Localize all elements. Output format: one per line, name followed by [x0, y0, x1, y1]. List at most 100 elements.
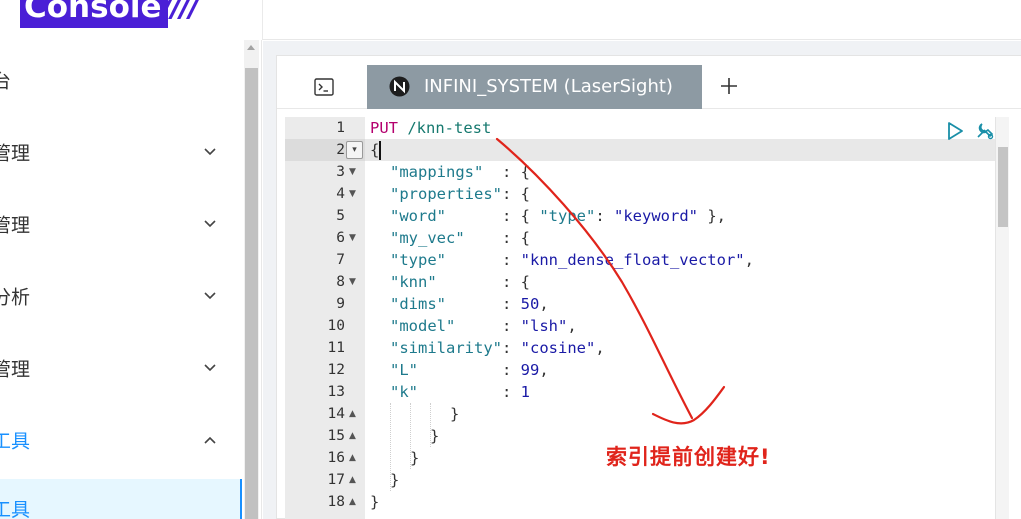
code-line[interactable]: "dims" : 50,	[390, 293, 549, 315]
sidebar-item-1[interactable]: 台	[0, 44, 242, 116]
code-line[interactable]: }	[430, 425, 439, 447]
line-number: 15	[327, 428, 345, 444]
wrench-icon[interactable]	[974, 120, 996, 142]
line-number: 16	[327, 450, 345, 466]
json-punct: ,	[539, 361, 549, 379]
code-line[interactable]: "word" : { "type": "keyword" },	[390, 205, 726, 227]
sidebar-item-label: 工具	[0, 430, 31, 453]
chevron-down-icon	[204, 364, 216, 372]
code-line[interactable]: "k" : 1	[390, 381, 530, 403]
json-key: "type"	[390, 251, 446, 269]
json-separator: :	[446, 251, 521, 269]
json-value: "keyword"	[614, 207, 698, 225]
json-value: "lsh"	[520, 317, 568, 335]
line-number: 4	[336, 186, 345, 202]
fold-down-icon[interactable]: ▼	[349, 227, 359, 249]
http-method: PUT	[370, 119, 398, 137]
console-tab-bar: INFINI_SYSTEM (LaserSight)	[277, 56, 1021, 109]
sidebar-scroll-thumb[interactable]	[245, 68, 258, 519]
code-line[interactable]: }	[410, 447, 419, 469]
chevron-down-icon	[204, 148, 216, 156]
fold-up-icon[interactable]: ▲	[349, 425, 359, 447]
json-separator: :	[455, 317, 521, 335]
json-separator: :	[418, 383, 521, 401]
tab-label: INFINI_SYSTEM (LaserSight)	[424, 76, 673, 97]
code-line[interactable]: }	[390, 469, 399, 491]
json-punct: ,	[744, 251, 754, 269]
line-number: 3	[336, 164, 345, 180]
code-line[interactable]: "my_vec" : {	[390, 227, 530, 249]
sidebar-item-label: 分析	[0, 286, 31, 309]
fold-down-icon[interactable]: ▼	[349, 161, 359, 183]
json-value: 1	[520, 383, 530, 401]
json-separator: :	[418, 361, 521, 379]
chevron-down-icon	[204, 220, 216, 228]
editor-scrollbar[interactable]	[995, 117, 1009, 519]
code-line[interactable]: "L" : 99,	[390, 359, 549, 381]
json-value: "knn_dense_float_vector"	[520, 251, 745, 269]
json-separator: : {	[464, 229, 530, 247]
code-line[interactable]: "knn" : {	[390, 271, 530, 293]
sidebar-subitem-active[interactable]: 工具	[0, 479, 242, 519]
play-icon[interactable]	[946, 121, 964, 141]
code-brace: }	[370, 493, 380, 511]
json-punct: ,	[539, 295, 549, 313]
code-line[interactable]: "mappings" : {	[390, 161, 530, 183]
json-punct: },	[698, 207, 726, 225]
json-key: "dims"	[390, 295, 446, 313]
sidebar-item-4[interactable]: 分析	[0, 260, 242, 332]
json-separator: : {	[446, 207, 540, 225]
code-line[interactable]: {	[370, 139, 379, 161]
line-number: 13	[327, 384, 345, 400]
fold-up-icon[interactable]: ▲	[349, 403, 359, 425]
sidebar-item-5[interactable]: 管理	[0, 332, 242, 404]
json-key: "properties"	[390, 185, 502, 203]
request-path: /knn-test	[407, 119, 492, 137]
json-key: "my_vec"	[390, 229, 465, 247]
json-separator: : {	[436, 273, 530, 291]
fold-up-icon[interactable]: ▲	[349, 491, 359, 513]
sidebar-item-label: 台	[0, 67, 11, 94]
line-number: 17	[327, 472, 345, 488]
fold-toggle-icon[interactable]: ▾	[346, 141, 363, 159]
line-number: 11	[327, 340, 345, 356]
fold-up-icon[interactable]: ▲	[349, 447, 359, 469]
tab-cluster-infini-system[interactable]: INFINI_SYSTEM (LaserSight)	[367, 65, 702, 109]
line-number: 9	[336, 296, 345, 312]
brand-logo[interactable]: Console ////	[0, 0, 262, 40]
line-number: 10	[327, 318, 345, 334]
json-key: "L"	[390, 361, 418, 379]
code-brace: {	[370, 141, 380, 159]
sidebar-item-label: 管理	[0, 214, 31, 237]
code-line[interactable]: "similarity": "cosine",	[390, 337, 605, 359]
code-line[interactable]: "properties": {	[390, 183, 530, 205]
json-key: "k"	[390, 383, 418, 401]
text-cursor	[379, 141, 381, 160]
json-separator: :	[595, 207, 614, 225]
code-line-request[interactable]: PUT /knn-test	[370, 117, 491, 139]
json-key: "model"	[390, 317, 456, 335]
code-line[interactable]: }	[450, 403, 459, 425]
terminal-icon[interactable]	[313, 76, 335, 98]
json-separator: :	[446, 295, 521, 313]
fold-down-icon[interactable]: ▼	[349, 183, 359, 205]
json-separator: :	[501, 339, 521, 357]
logo-wordmark: Console	[20, 0, 168, 28]
json-key: "word"	[390, 207, 446, 225]
sidebar-item-3[interactable]: 管理	[0, 188, 242, 260]
fold-up-icon[interactable]: ▲	[349, 469, 359, 491]
sidebar-item-2[interactable]: 管理	[0, 116, 242, 188]
code-line[interactable]: }	[370, 491, 379, 513]
json-key: "similarity"	[390, 339, 502, 357]
fold-down-icon[interactable]: ▼	[349, 271, 359, 293]
json-punct: ,	[595, 339, 605, 357]
chevron-down-icon	[204, 292, 216, 300]
editor-scroll-thumb[interactable]	[998, 147, 1008, 227]
plus-icon[interactable]	[719, 76, 739, 96]
scroll-up-arrow-icon[interactable]	[247, 45, 255, 50]
code-line[interactable]: "type" : "knn_dense_float_vector",	[390, 249, 754, 271]
sidebar-item-tools[interactable]: 工具	[0, 404, 242, 476]
sidebar-scrollbar[interactable]	[244, 40, 259, 519]
code-line[interactable]: "model" : "lsh",	[390, 315, 577, 337]
json-value: "cosine"	[520, 339, 596, 357]
